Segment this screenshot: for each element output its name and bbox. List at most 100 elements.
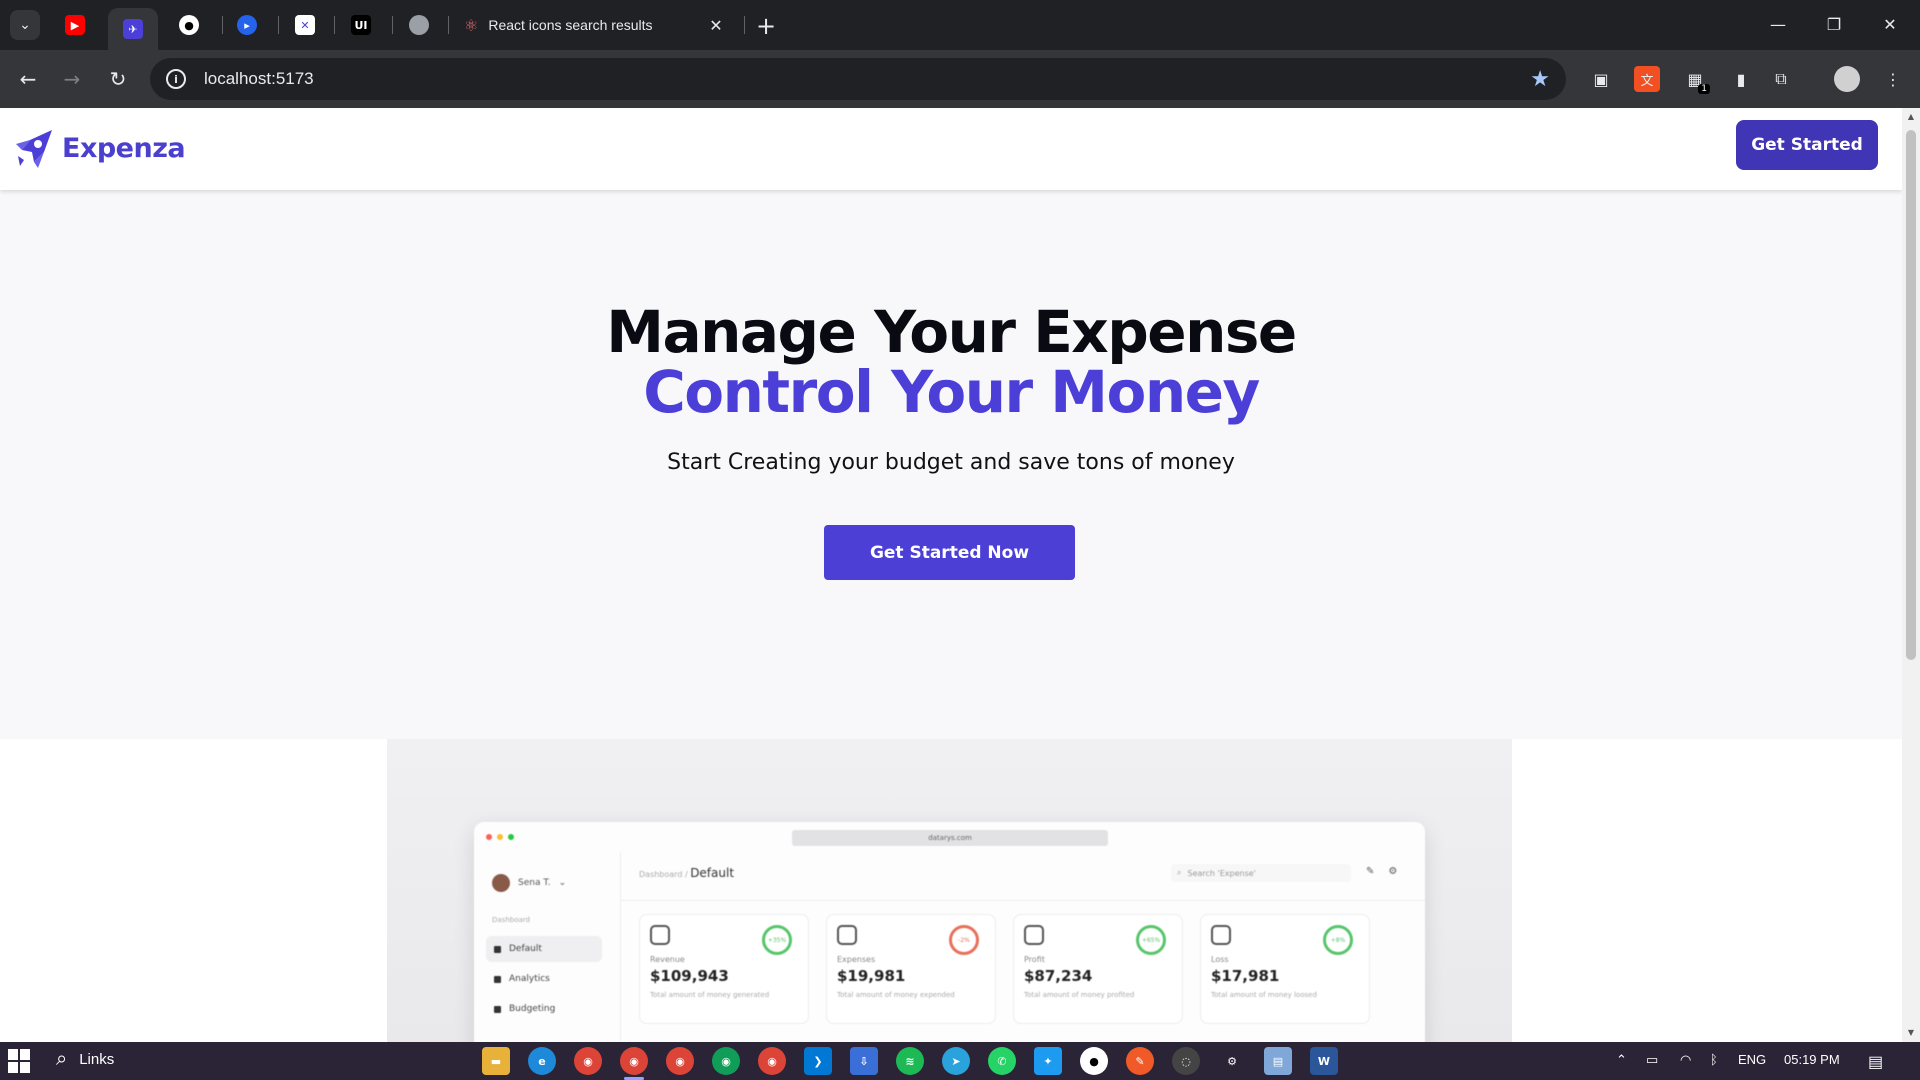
info-icon[interactable]: i (166, 69, 186, 89)
card-desc: Total amount of money generated (650, 991, 770, 999)
chrome-active-icon[interactable]: ◉ (620, 1047, 648, 1080)
mock-card-loss: +8% Loss $17,981 Total amount of money l… (1200, 914, 1370, 1024)
mock-sidebar: Sena T. ⌄ Dashboard Default Analytics Bu… (474, 852, 620, 1042)
card-badge: -2% (958, 936, 970, 944)
forward-button[interactable]: → (56, 63, 88, 95)
card-label: Profit (1024, 955, 1045, 964)
close-icon: ✕ (1883, 14, 1897, 34)
settings-gear-icon[interactable]: ⚙ (1218, 1047, 1246, 1075)
tab-separator (392, 16, 393, 34)
tab-strip: ⌄ ▶ ✈ ● ▸ ✕ UI ⚛ React icons search resu… (0, 0, 1920, 50)
app-installer-icon[interactable]: ⇩ (850, 1047, 878, 1075)
new-tab-button[interactable]: + (752, 12, 780, 40)
windows-taskbar: ⌕ Links ▬ e ◉ ◉ ◉ ◉ ◉ ❯ ⇩ ≋ ➤ ✆ ✦ ● ✎ ◌ … (0, 1042, 1920, 1080)
card-value: $109,943 (650, 967, 729, 985)
tab-expenza[interactable]: ✈ (108, 8, 158, 50)
globe-app-icon[interactable]: ◌ (1172, 1047, 1200, 1075)
get-started-button[interactable]: Get Started (1736, 120, 1878, 170)
tray-chevron-up-icon[interactable]: ⌃ (1616, 1052, 1627, 1068)
mock-user-name: Sena T. (518, 878, 551, 888)
tab-github[interactable]: ● (164, 8, 214, 42)
windows-start-icon[interactable] (8, 1049, 32, 1073)
hero-subtitle: Start Creating your budget and save tons… (667, 450, 1235, 475)
spotify-icon[interactable]: ≋ (896, 1047, 924, 1075)
mock-section-label: Dashboard (492, 916, 530, 924)
bookmark-star-icon[interactable]: ★ (1530, 67, 1550, 92)
taskbar-search[interactable]: ⌕ Links (56, 1048, 114, 1071)
mock-nav-label: Default (509, 944, 542, 954)
extension-badge-icon[interactable]: ▦ 1 (1682, 66, 1710, 94)
revenue-icon (650, 925, 670, 945)
extension-notion-icon[interactable]: ▮ (1728, 66, 1754, 92)
profit-icon (1024, 925, 1044, 945)
card-value: $87,234 (1024, 967, 1093, 985)
chevron-down-icon: ⌄ (19, 17, 31, 33)
language-indicator[interactable]: ENG (1738, 1052, 1766, 1067)
scroll-down-icon[interactable]: ▼ (1906, 1028, 1916, 1038)
tab-x[interactable]: ✕ (280, 8, 330, 42)
chrome-profile-icon[interactable]: ◉ (666, 1047, 694, 1075)
word-icon[interactable]: W (1310, 1047, 1338, 1075)
restore-button[interactable]: ❐ (1814, 8, 1854, 40)
mock-breadcrumb: Dashboard / Default (639, 866, 734, 880)
mock-nav-label: Budgeting (509, 1004, 556, 1014)
brand-logo[interactable]: Expenza (12, 126, 186, 170)
telegram-icon[interactable]: ➤ (942, 1047, 970, 1075)
extensions-puzzle-icon[interactable]: ⧉ (1768, 66, 1794, 92)
whatsapp-icon[interactable]: ✆ (988, 1047, 1016, 1075)
card-label: Revenue (650, 955, 685, 964)
chrome-profile3-icon[interactable]: ◉ (758, 1047, 786, 1075)
close-window-button[interactable]: ✕ (1870, 8, 1910, 40)
notifications-icon[interactable]: ▤ (1868, 1052, 1883, 1072)
tab-app[interactable]: ▸ (222, 8, 272, 42)
mock-url-bar: datarys.com (792, 830, 1108, 846)
url-text[interactable]: localhost:5173 (204, 69, 1530, 89)
get-started-now-button[interactable]: Get Started Now (824, 525, 1075, 580)
bluetooth-icon[interactable]: ᛒ (1710, 1052, 1718, 1067)
chevron-down-icon: ⌄ (558, 878, 567, 888)
profile-avatar[interactable] (1834, 66, 1860, 92)
wifi-icon[interactable]: ◠ (1680, 1052, 1691, 1068)
postman-icon[interactable]: ✎ (1126, 1047, 1154, 1075)
gear-icon: ⚙ (1388, 866, 1398, 877)
tab-ui[interactable]: UI (336, 8, 386, 42)
mock-user: Sena T. ⌄ (492, 874, 566, 892)
reload-button[interactable]: ↻ (102, 63, 134, 95)
youtube-icon: ▶ (65, 15, 85, 35)
cloud-icon (409, 15, 429, 35)
chrome-profile2-icon[interactable]: ◉ (712, 1047, 740, 1075)
file-explorer-icon[interactable]: ▬ (482, 1047, 510, 1075)
battery-icon[interactable]: ▭ (1646, 1052, 1658, 1068)
extension-translate-icon[interactable]: 文 (1634, 66, 1660, 92)
tab-cloud[interactable] (394, 8, 444, 42)
rocket-logo-icon (16, 130, 52, 168)
progress-ring: +8% (1323, 925, 1353, 955)
dashboard-preview-image: datarys.com Sena T. ⌄ Dashboard Default … (474, 822, 1425, 1042)
mock-card-revenue: +35% Revenue $109,943 Total amount of mo… (639, 914, 809, 1024)
ui-badge-text: UI (354, 18, 368, 32)
twitter-icon[interactable]: ✦ (1034, 1047, 1062, 1075)
address-bar[interactable]: i localhost:5173 ★ (150, 58, 1566, 100)
scroll-thumb[interactable] (1906, 130, 1916, 660)
clock[interactable]: 05:19 PM (1784, 1052, 1840, 1067)
close-icon[interactable]: ✕ (706, 16, 726, 35)
notepad-icon[interactable]: ▤ (1264, 1047, 1292, 1075)
chrome-icon[interactable]: ◉ (574, 1047, 602, 1075)
expenses-icon (837, 925, 857, 945)
minimize-button[interactable]: — (1758, 8, 1798, 40)
menu-kebab-icon[interactable]: ⋮ (1880, 66, 1906, 92)
vscode-icon[interactable]: ❯ (804, 1047, 832, 1075)
back-button[interactable]: ← (12, 63, 44, 95)
edge-icon[interactable]: e (528, 1047, 556, 1075)
tab-youtube[interactable]: ▶ (50, 8, 100, 42)
tab-react-icons[interactable]: ⚛ React icons search results ✕ (452, 8, 738, 42)
tab-search-button[interactable]: ⌄ (10, 10, 40, 40)
hero-title-line1: Manage Your Expense (606, 298, 1297, 366)
card-desc: Total amount of money expended (837, 991, 955, 999)
circle-app-icon[interactable]: ● (1080, 1047, 1108, 1075)
extension-sidepanel-icon[interactable]: ▣ (1588, 66, 1614, 92)
progress-ring: +65% (1136, 925, 1166, 955)
react-icon: ⚛ (464, 15, 479, 35)
page-scrollbar[interactable]: ▲ ▼ (1902, 108, 1920, 1042)
scroll-up-icon[interactable]: ▲ (1906, 112, 1916, 122)
